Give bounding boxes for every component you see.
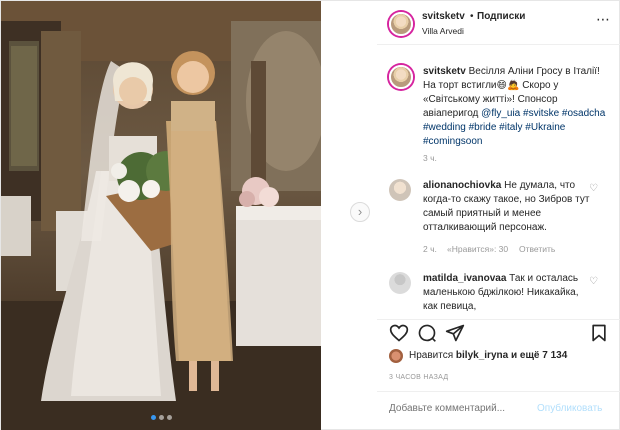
following-button[interactable]: Подписки (477, 11, 525, 22)
comment-icon[interactable] (417, 323, 437, 343)
bell-emoji-icon: 🙇 (506, 80, 520, 91)
comment-text: matilda_ivanovaa Так и осталась маленько… (423, 272, 593, 314)
post-side-panel: svitsketv • Подписки Villa Arvedi ⋯ svit… (377, 1, 620, 430)
caption-username[interactable]: svitsketv (423, 66, 466, 77)
author-username[interactable]: svitsketv (422, 11, 465, 22)
comment-reply-button[interactable]: Ответить (519, 244, 555, 254)
carousel-dot-active (150, 415, 156, 420)
likes-prefix: Нравится (409, 350, 454, 361)
location-link[interactable]: Villa Arvedi (422, 26, 464, 36)
liker-username[interactable]: bilyk_iryna (456, 350, 508, 361)
likes-count[interactable]: и ещё 7 134 (511, 350, 567, 361)
divider (377, 391, 620, 392)
wedding-photo-illustration (1, 1, 321, 430)
comment-username[interactable]: matilda_ivanovaa (423, 273, 506, 284)
carousel-indicator (1, 409, 321, 423)
add-comment-input[interactable] (389, 403, 529, 414)
comment-likes[interactable]: «Нравится»: 30 (447, 244, 508, 254)
post-photo[interactable] (1, 1, 321, 430)
comment-username[interactable]: alionanochiovka (423, 180, 501, 191)
bookmark-icon[interactable] (589, 323, 609, 343)
caption-text: svitsketv Весілля Аліни Гросу в Італії! … (423, 65, 613, 149)
more-options-icon[interactable]: ⋯ (596, 11, 611, 28)
post-time-ago[interactable]: 3 ЧАСОВ НАЗАД (389, 374, 448, 381)
caption-author-avatar[interactable] (389, 65, 413, 89)
comment-like-heart-icon[interactable]: ♡ (589, 276, 598, 287)
laughing-emoji-icon: 😄 (496, 80, 507, 91)
carousel-dot (158, 415, 164, 420)
heart-icon[interactable] (389, 323, 409, 343)
comment-like-heart-icon[interactable]: ♡ (589, 183, 598, 194)
comment-meta: 2 ч. «Нравится»: 30 Ответить (423, 244, 555, 254)
share-icon[interactable] (445, 323, 465, 343)
separator-bullet: • (470, 11, 474, 22)
comment-avatar[interactable] (389, 179, 411, 201)
post-actions-bar (377, 323, 620, 347)
divider (377, 319, 620, 320)
post-header: svitsketv • Подписки Villa Arvedi ⋯ (377, 1, 620, 45)
chevron-right-icon: › (357, 204, 363, 219)
default-avatar-icon[interactable] (389, 272, 411, 294)
comment-text: alionanochiovka Не думала, что когда-то … (423, 179, 593, 235)
publish-button[interactable]: Опубликовать (537, 403, 602, 414)
likes-text: Нравится bilyk_iryna и ещё 7 134 (409, 350, 567, 361)
liker-avatar[interactable] (389, 349, 403, 363)
comment-time: 2 ч. (423, 244, 437, 254)
hashtag-svitske[interactable]: #svitske (523, 108, 559, 119)
post-dialog: › svitsketv • Подписки Villa Arvedi ⋯ sv… (0, 0, 620, 430)
mention-link[interactable]: @fly_uia (481, 108, 520, 119)
next-slide-button[interactable]: › (350, 202, 370, 222)
caption-time: 3 ч. (423, 153, 437, 163)
author-avatar[interactable] (389, 12, 413, 36)
carousel-dot (166, 415, 172, 420)
